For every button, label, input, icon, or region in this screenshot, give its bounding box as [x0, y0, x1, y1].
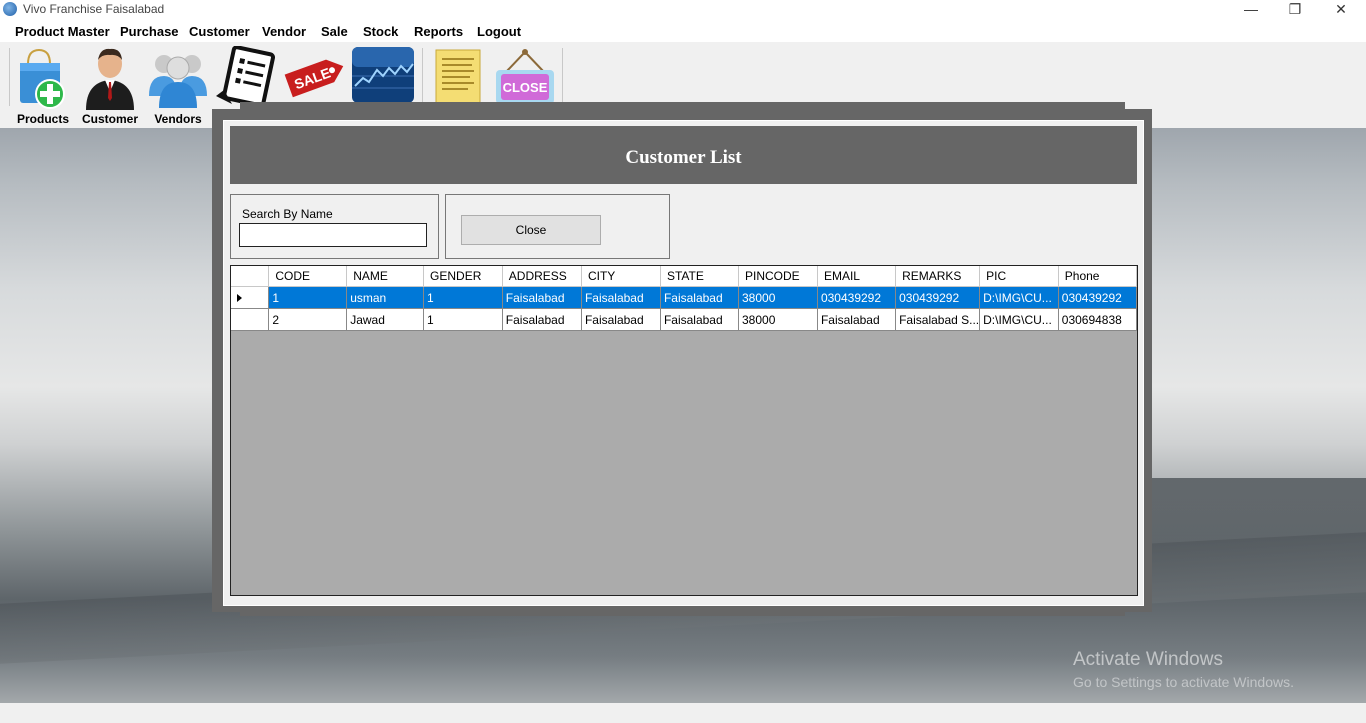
menu-customer[interactable]: Customer	[189, 24, 250, 39]
header-row: CODE NAME GENDER ADDRESS CITY STATE PINC…	[231, 266, 1137, 287]
window-title: Vivo Franchise Faisalabad	[23, 2, 165, 16]
menu-reports[interactable]: Reports	[414, 24, 463, 39]
menu-product-master[interactable]: Product Master	[15, 24, 110, 39]
column-header-email[interactable]: EMAIL	[817, 266, 897, 287]
column-header-address[interactable]: ADDRESS	[502, 266, 582, 287]
minimize-button[interactable]: —	[1228, 0, 1274, 20]
search-label: Search By Name	[242, 207, 333, 221]
cell-state[interactable]: Faisalabad	[660, 308, 740, 331]
close-button[interactable]: Close	[461, 215, 601, 245]
cell-city[interactable]: Faisalabad	[581, 308, 661, 331]
customer-grid[interactable]: CODE NAME GENDER ADDRESS CITY STATE PINC…	[230, 265, 1138, 596]
column-header-phone[interactable]: Phone	[1058, 266, 1137, 287]
stock-chart-icon	[352, 47, 414, 103]
customer-label: Customer	[81, 112, 138, 126]
cell-pincode[interactable]: 38000	[738, 308, 818, 331]
dialog-title: Customer List	[625, 147, 742, 168]
cell-phone[interactable]: 030694838	[1058, 308, 1137, 331]
close-sign-text: CLOSE	[503, 80, 548, 95]
cell-pic[interactable]: D:\IMG\CU...	[979, 286, 1059, 309]
notepad-icon	[435, 49, 481, 105]
column-header-gender[interactable]: GENDER	[423, 266, 503, 287]
toolbar-separator	[422, 48, 423, 106]
search-input[interactable]	[239, 223, 427, 247]
current-row-arrow-icon	[237, 293, 242, 302]
cell-address[interactable]: Faisalabad	[502, 308, 582, 331]
menu-sale[interactable]: Sale	[321, 24, 348, 39]
dialog-header: Customer List	[230, 126, 1137, 184]
cell-gender[interactable]: 1	[423, 308, 503, 331]
column-header-state[interactable]: STATE	[660, 266, 740, 287]
menu-vendor[interactable]: Vendor	[262, 24, 306, 39]
table-row[interactable]: 2 Jawad 1 Faisalabad Faisalabad Faisalab…	[231, 308, 1137, 331]
toolbar-separator	[562, 48, 563, 106]
search-group: Search By Name	[230, 194, 439, 259]
cell-remarks[interactable]: Faisalabad S...	[895, 308, 981, 331]
column-header-name[interactable]: NAME	[346, 266, 425, 287]
restore-button[interactable]: ❐	[1272, 0, 1318, 20]
vendors-label: Vendors	[154, 112, 202, 126]
cell-phone[interactable]: 030439292	[1058, 286, 1137, 309]
shopping-bag-add-icon	[20, 48, 65, 109]
table-row[interactable]: 1 usman 1 Faisalabad Faisalabad Faisalab…	[231, 286, 1137, 309]
cell-pincode[interactable]: 38000	[738, 286, 818, 309]
row-selector[interactable]	[231, 286, 270, 309]
customer-button[interactable]: Customer	[78, 46, 142, 128]
cell-state[interactable]: Faisalabad	[660, 286, 740, 309]
column-header-pic[interactable]: PIC	[979, 266, 1059, 287]
column-header-pincode[interactable]: PINCODE	[738, 266, 818, 287]
vendors-button[interactable]: Vendors	[147, 46, 209, 128]
cell-address[interactable]: Faisalabad	[502, 286, 582, 309]
customer-list-dialog: Customer List Search By Name Close CODE …	[223, 120, 1144, 606]
menu-stock[interactable]: Stock	[363, 24, 398, 39]
title-bar: Vivo Franchise Faisalabad — ❐ ✕	[0, 0, 1366, 20]
actions-group: Close	[445, 194, 670, 259]
cell-name[interactable]: usman	[346, 286, 425, 309]
cell-remarks[interactable]: 030439292	[895, 286, 981, 309]
menu-logout[interactable]: Logout	[477, 24, 521, 39]
activate-windows-watermark: Activate Windows	[1073, 649, 1223, 670]
status-bar	[0, 703, 1366, 723]
app-icon	[3, 2, 17, 16]
column-header-city[interactable]: CITY	[581, 266, 661, 287]
cell-city[interactable]: Faisalabad	[581, 286, 661, 309]
column-header-code[interactable]: CODE	[268, 266, 348, 287]
cell-code[interactable]: 2	[268, 308, 348, 331]
products-button[interactable]: Products	[14, 46, 72, 128]
menu-purchase[interactable]: Purchase	[120, 24, 179, 39]
cell-email[interactable]: Faisalabad	[817, 308, 897, 331]
activate-windows-hint: Go to Settings to activate Windows.	[1073, 674, 1294, 690]
customer-table: CODE NAME GENDER ADDRESS CITY STATE PINC…	[231, 266, 1137, 331]
cell-pic[interactable]: D:\IMG\CU...	[979, 308, 1059, 331]
user-group-icon	[149, 55, 207, 108]
close-sign-icon: CLOSE	[496, 49, 554, 104]
cell-gender[interactable]: 1	[423, 286, 503, 309]
menu-bar: Product Master Purchase Customer Vendor …	[0, 20, 1366, 42]
cell-name[interactable]: Jawad	[346, 308, 425, 331]
products-label: Products	[16, 112, 69, 126]
close-window-button[interactable]: ✕	[1318, 0, 1364, 20]
row-header-corner	[231, 266, 270, 287]
toolbar-separator	[9, 48, 10, 106]
businessman-icon	[86, 48, 134, 110]
cell-code[interactable]: 1	[268, 286, 348, 309]
cell-email[interactable]: 030439292	[817, 286, 897, 309]
row-selector[interactable]	[231, 308, 270, 331]
column-header-remarks[interactable]: REMARKS	[895, 266, 981, 287]
